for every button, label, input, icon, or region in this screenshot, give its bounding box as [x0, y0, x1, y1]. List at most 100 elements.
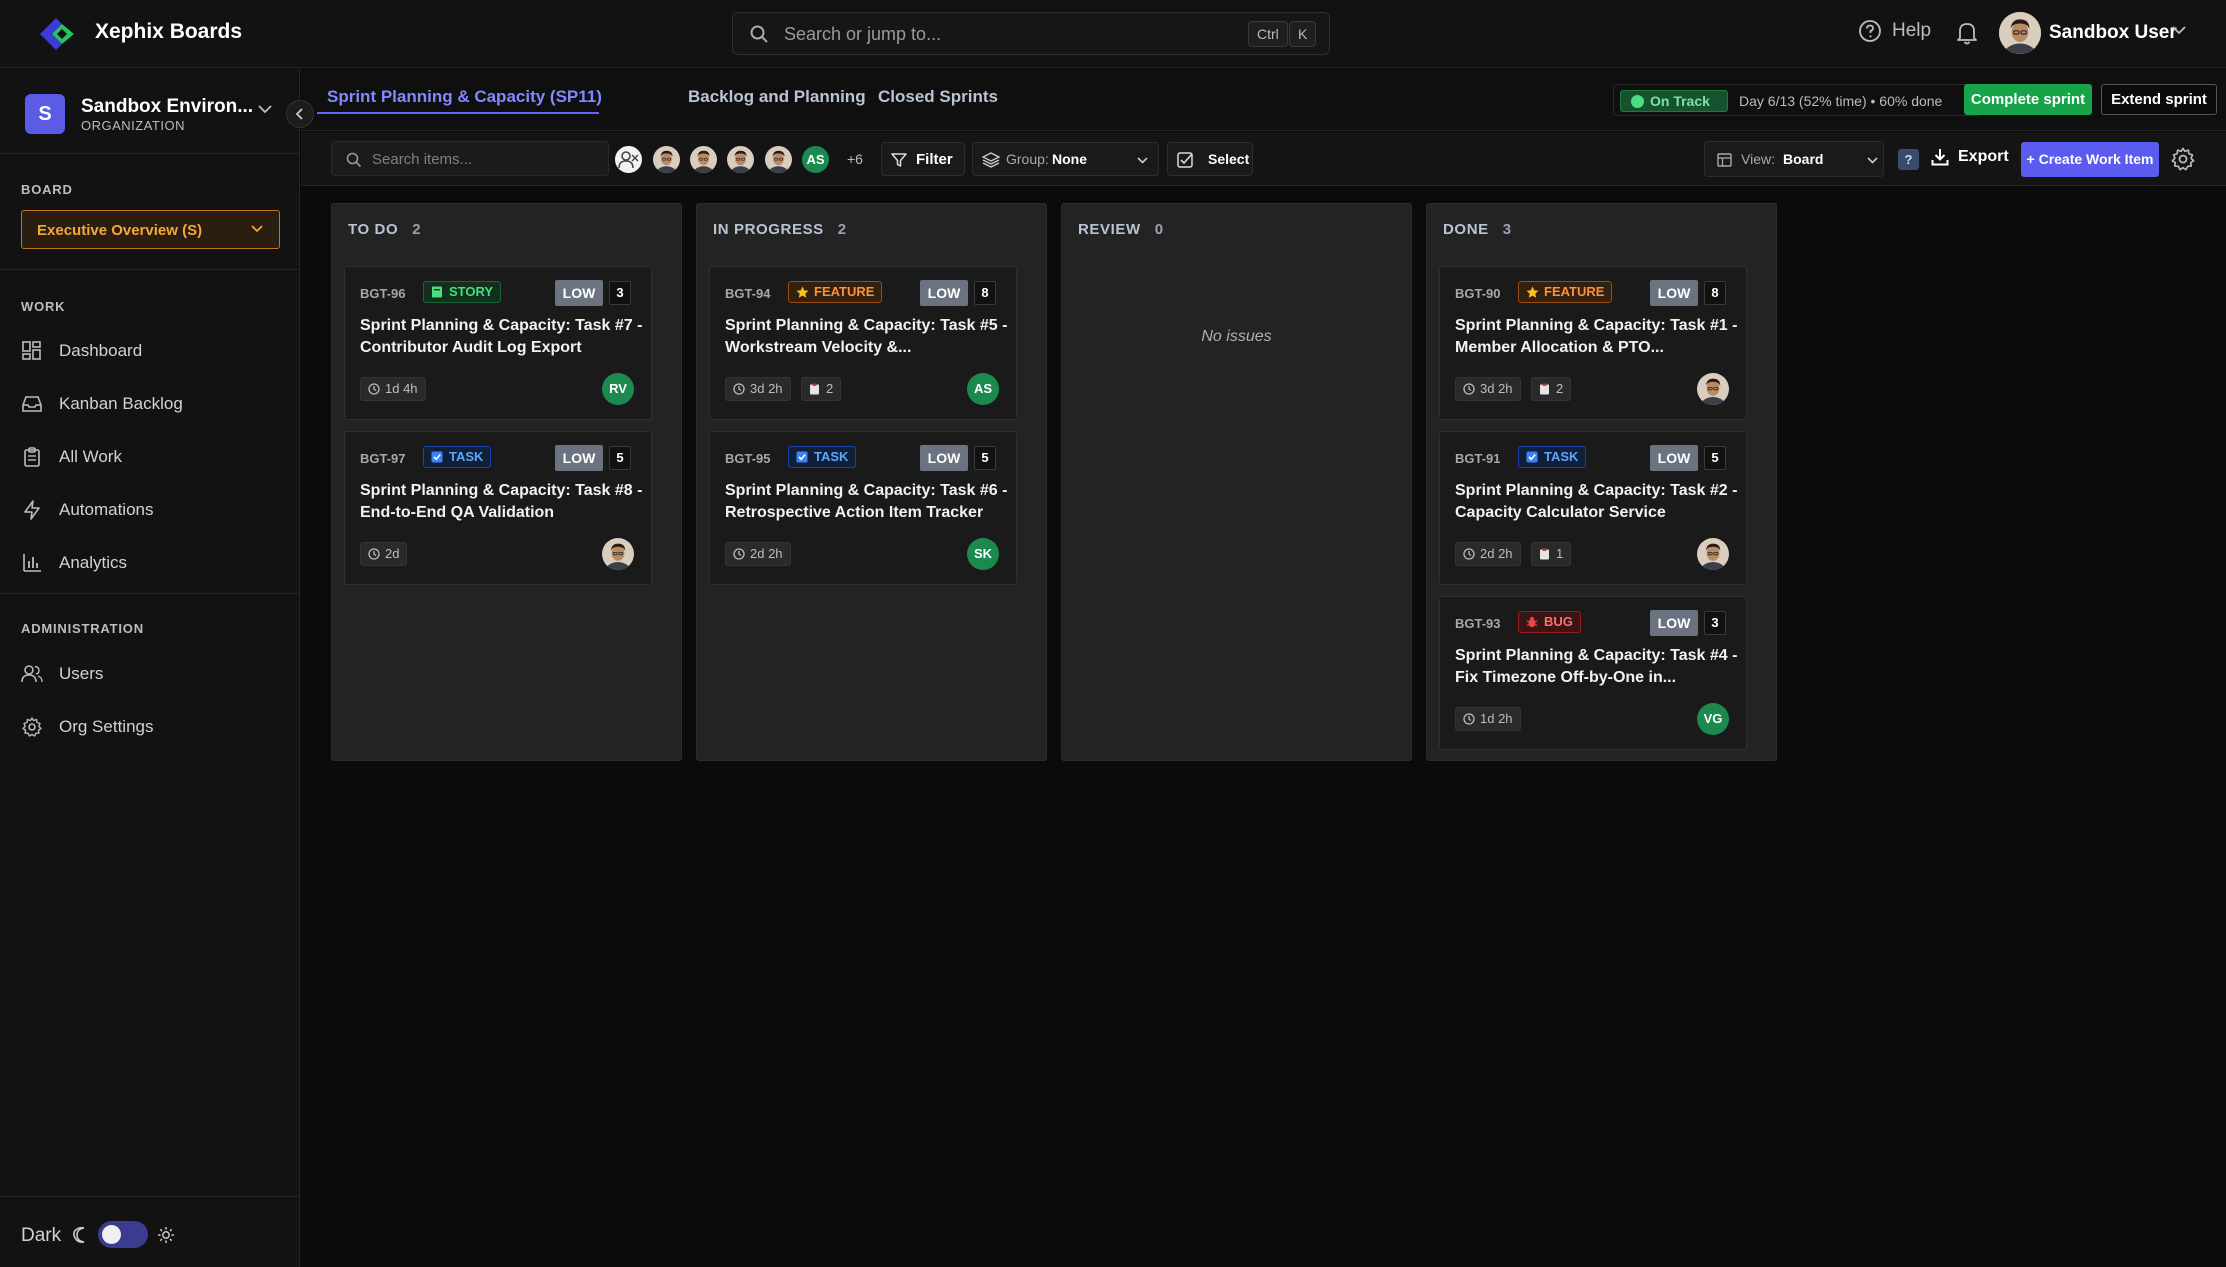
- items-search-placeholder: Search items...: [372, 151, 473, 168]
- user-avatar[interactable]: [1999, 12, 2041, 54]
- sprint-progress-text: Day 6/13 (52% time) • 60% done: [1739, 93, 1943, 109]
- estimate-chip: 2d 2h: [725, 542, 791, 566]
- board-select[interactable]: Executive Overview (S): [21, 210, 280, 249]
- assignee-avatar[interactable]: [1697, 538, 1729, 570]
- chevron-down-icon[interactable]: [258, 105, 272, 114]
- clock-icon: [1463, 713, 1475, 725]
- subtask-count: 2: [826, 381, 834, 396]
- board-toolbar: Search items... AS +6 Filter Group: None…: [301, 132, 2226, 186]
- member-avatar[interactable]: AS: [800, 144, 831, 175]
- card-key[interactable]: BGT-94: [725, 286, 771, 301]
- card-key[interactable]: BGT-93: [1455, 616, 1501, 631]
- estimate-chip: 3d 2h: [725, 377, 791, 401]
- user-name[interactable]: Sandbox User: [2049, 22, 2177, 44]
- assignee-avatar[interactable]: [602, 538, 634, 570]
- assignee-avatar[interactable]: VG: [1697, 703, 1729, 735]
- org-switcher[interactable]: S Sandbox Environ... ORGANIZATION: [0, 69, 300, 154]
- assignee-avatar[interactable]: RV: [602, 373, 634, 405]
- type-label: FEATURE: [1544, 284, 1605, 299]
- export-label: Export: [1958, 148, 2009, 165]
- card-key[interactable]: BGT-90: [1455, 286, 1501, 301]
- global-search-input[interactable]: Search or jump to... Ctrl K: [732, 12, 1330, 55]
- member-avatar[interactable]: [725, 144, 756, 175]
- nav-item-dashboard[interactable]: Dashboard: [21, 340, 142, 362]
- administration-section-label: ADMINISTRATION: [21, 621, 144, 636]
- org-type: ORGANIZATION: [81, 118, 185, 133]
- tab-backlog-and-planning[interactable]: Backlog and Planning: [688, 87, 866, 107]
- nav-item-analytics[interactable]: Analytics: [21, 552, 127, 574]
- download-icon: [1931, 149, 1949, 166]
- nav-item-label: Org Settings: [59, 717, 154, 736]
- app-logo-icon[interactable]: [36, 14, 78, 54]
- column-title: TO DO: [348, 221, 399, 238]
- dashboard-icon: [22, 341, 41, 360]
- work-item-card[interactable]: BGT-96 STORY LOW 3 Sprint Planning & Cap…: [344, 266, 652, 420]
- card-title[interactable]: Sprint Planning & Capacity: Task #6 - Re…: [725, 480, 1010, 524]
- column-title: DONE: [1443, 221, 1489, 238]
- member-avatar[interactable]: [688, 144, 719, 175]
- more-members-count[interactable]: +6: [847, 151, 863, 167]
- tab-sprint-planning[interactable]: Sprint Planning & Capacity (SP11): [327, 87, 602, 107]
- chevron-down-icon[interactable]: [2172, 26, 2186, 35]
- board-settings-gear-icon[interactable]: [2170, 146, 2196, 172]
- estimate-chip: 1d 4h: [360, 377, 426, 401]
- assignee-avatar[interactable]: SK: [967, 538, 999, 570]
- tab-closed-sprints[interactable]: Closed Sprints: [878, 87, 998, 107]
- filter-button[interactable]: Filter: [881, 142, 965, 176]
- sun-icon: [157, 1226, 175, 1244]
- board-section-label: BOARD: [21, 182, 73, 197]
- extend-sprint-button[interactable]: Extend sprint: [2101, 84, 2217, 115]
- type-badge: FEATURE: [1518, 281, 1613, 303]
- help-button[interactable]: Help: [1858, 19, 1931, 43]
- select-button[interactable]: Select: [1167, 142, 1253, 176]
- items-search-input[interactable]: Search items...: [331, 141, 609, 176]
- sidebar: S Sandbox Environ... ORGANIZATION BOARD …: [0, 69, 314, 1267]
- unassigned-filter-avatar[interactable]: [613, 144, 644, 175]
- app-title[interactable]: Xephix Boards: [95, 20, 242, 44]
- work-item-card[interactable]: BGT-97 TASK LOW 5 Sprint Planning & Capa…: [344, 431, 652, 585]
- card-key[interactable]: BGT-97: [360, 451, 406, 466]
- select-label: Select: [1208, 151, 1250, 167]
- type-badge: STORY: [423, 281, 502, 303]
- bell-icon[interactable]: [1955, 20, 1979, 46]
- assignee-avatar[interactable]: [1697, 373, 1729, 405]
- active-tab-underline: [317, 112, 599, 114]
- card-title[interactable]: Sprint Planning & Capacity: Task #7 - Co…: [360, 315, 645, 359]
- card-title[interactable]: Sprint Planning & Capacity: Task #1 - Me…: [1455, 315, 1740, 359]
- nav-item-label: Dashboard: [59, 341, 143, 360]
- nav-item-automations[interactable]: Automations: [21, 499, 154, 521]
- group-by-select[interactable]: Group: None: [972, 142, 1159, 176]
- card-title[interactable]: Sprint Planning & Capacity: Task #8 - En…: [360, 480, 645, 524]
- work-item-card[interactable]: BGT-90 FEATURE LOW 8 Sprint Planning & C…: [1439, 266, 1747, 420]
- complete-sprint-button[interactable]: Complete sprint: [1964, 84, 2092, 115]
- assignee-avatar[interactable]: AS: [967, 373, 999, 405]
- theme-toggle[interactable]: [98, 1221, 148, 1248]
- collapse-sidebar-button[interactable]: [286, 100, 314, 128]
- card-key[interactable]: BGT-95: [725, 451, 771, 466]
- export-button[interactable]: Export: [1931, 148, 2009, 166]
- subtask-chip: 1: [1531, 542, 1572, 566]
- subtask-count: 1: [1556, 546, 1564, 561]
- card-title[interactable]: Sprint Planning & Capacity: Task #4 - Fi…: [1455, 645, 1740, 689]
- create-work-item-button[interactable]: + Create Work Item: [2021, 142, 2159, 177]
- nav-item-kanban-backlog[interactable]: Kanban Backlog: [21, 393, 183, 415]
- card-key[interactable]: BGT-96: [360, 286, 406, 301]
- column-title: REVIEW: [1078, 221, 1141, 238]
- member-avatar[interactable]: [651, 144, 682, 175]
- card-title[interactable]: Sprint Planning & Capacity: Task #2 - Ca…: [1455, 480, 1740, 524]
- member-avatar[interactable]: [763, 144, 794, 175]
- view-help-button[interactable]: ?: [1898, 149, 1919, 170]
- work-item-card[interactable]: BGT-95 TASK LOW 5 Sprint Planning & Capa…: [709, 431, 1017, 585]
- work-item-card[interactable]: BGT-94 FEATURE LOW 8 Sprint Planning & C…: [709, 266, 1017, 420]
- view-select[interactable]: View: Board: [1704, 141, 1884, 177]
- nav-item-users[interactable]: Users: [21, 663, 103, 685]
- nav-item-org-settings[interactable]: Org Settings: [21, 716, 154, 738]
- work-item-card[interactable]: BGT-91 TASK LOW 5 Sprint Planning & Capa…: [1439, 431, 1747, 585]
- layout-icon: [1717, 153, 1732, 167]
- nav-item-all-work[interactable]: All Work: [21, 446, 122, 468]
- card-key[interactable]: BGT-91: [1455, 451, 1501, 466]
- card-title[interactable]: Sprint Planning & Capacity: Task #5 - Wo…: [725, 315, 1010, 359]
- work-item-card[interactable]: BGT-93 BUG LOW 3 Sprint Planning & Capac…: [1439, 596, 1747, 750]
- type-badge: TASK: [1518, 446, 1587, 468]
- status-badge-label: On Track: [1650, 93, 1710, 109]
